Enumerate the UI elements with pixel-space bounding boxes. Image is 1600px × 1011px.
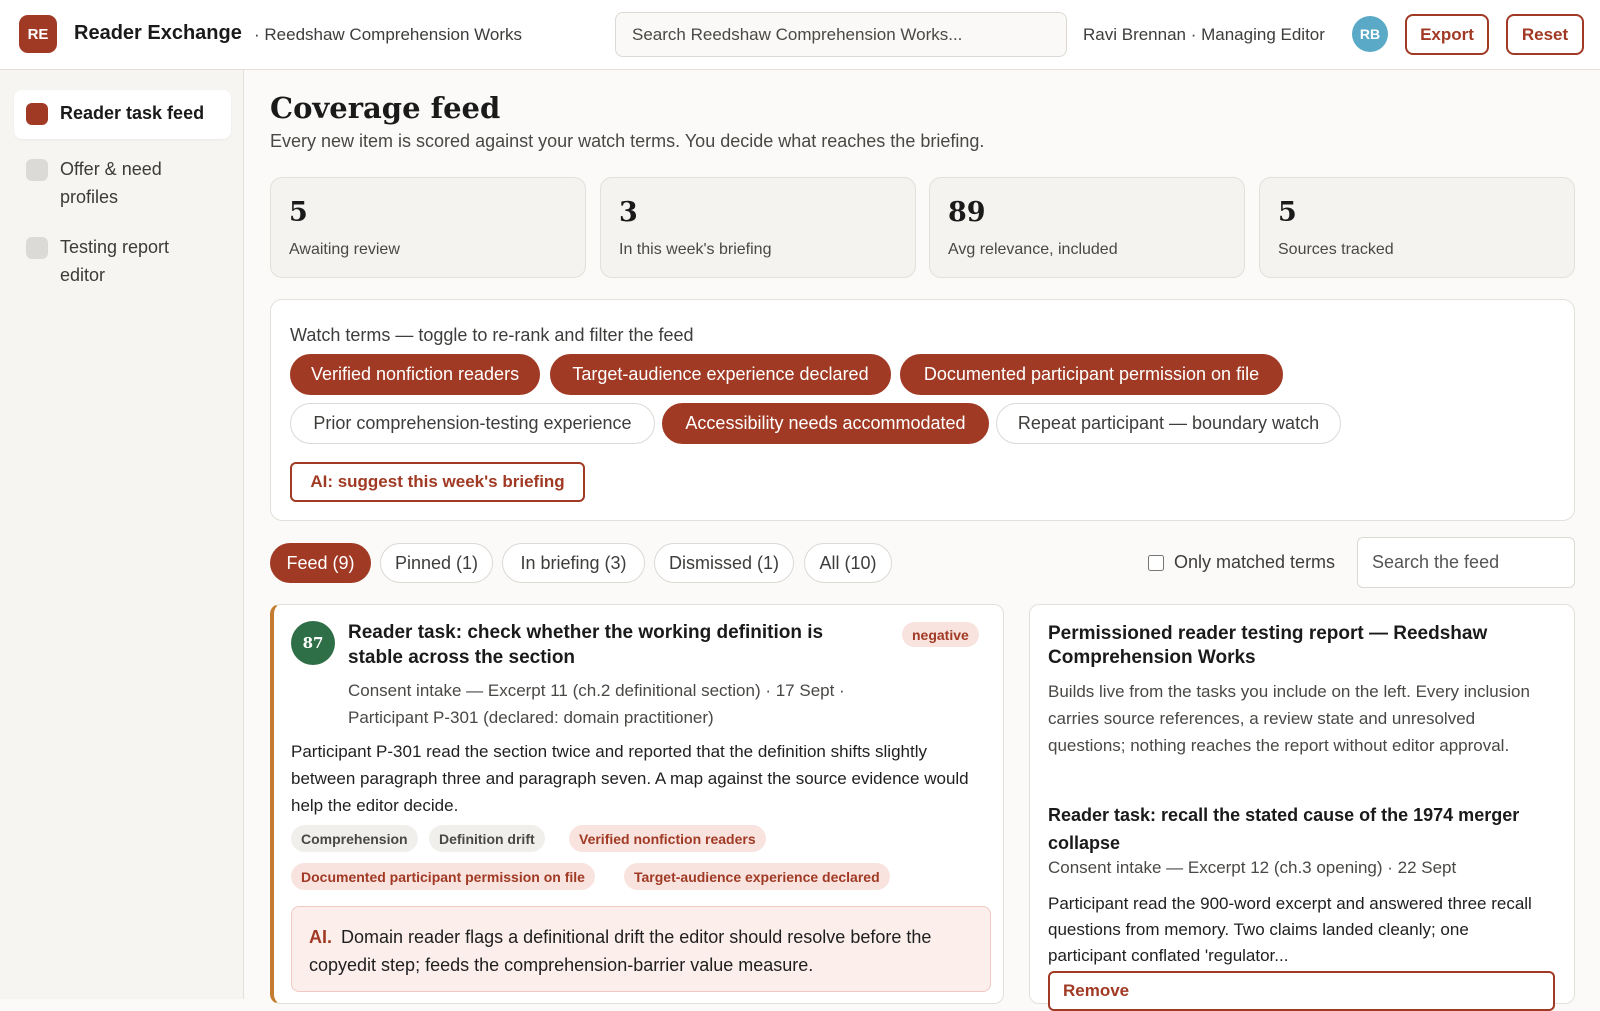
stat-card-in-briefing: 3 In this week's briefing: [600, 177, 916, 278]
user-role-label: Ravi Brennan · Managing Editor: [1083, 25, 1325, 44]
watch-term-chip[interactable]: Documented participant permission on fil…: [900, 354, 1283, 395]
global-search-input[interactable]: [615, 12, 1067, 57]
stat-card-avg-relevance: 89 Avg relevance, included: [929, 177, 1245, 278]
export-button[interactable]: Export: [1405, 14, 1489, 55]
sidebar: Reader task feed Offer & need profiles T…: [0, 70, 244, 999]
sidebar-item-reader-task-feed[interactable]: Reader task feed: [14, 90, 231, 139]
square-icon: [26, 237, 48, 259]
ai-note: AI. Domain reader flags a definitional d…: [291, 906, 991, 992]
sidebar-item-label: Offer & need profiles: [60, 159, 162, 207]
report-title: Permissioned reader testing report — Ree…: [1048, 623, 1488, 668]
stat-value: 5: [289, 197, 308, 228]
app-name: Reader Exchange: [74, 22, 242, 44]
ai-suggest-briefing-button[interactable]: AI: suggest this week's briefing: [290, 462, 585, 502]
stat-label: Avg relevance, included: [948, 241, 1118, 258]
stat-card-sources-tracked: 5 Sources tracked: [1259, 177, 1575, 278]
stat-label: Sources tracked: [1278, 241, 1394, 258]
watch-term-chip[interactable]: Repeat participant — boundary watch: [996, 403, 1341, 444]
stat-value: 3: [619, 197, 638, 228]
stat-label: In this week's briefing: [619, 241, 772, 258]
only-matched-toggle[interactable]: Only matched terms: [1148, 552, 1335, 573]
stat-card-awaiting-review: 5 Awaiting review: [270, 177, 586, 278]
sidebar-item-testing-report-editor[interactable]: Testing report editor: [14, 224, 231, 301]
app-logo[interactable]: RE: [19, 15, 57, 53]
stat-value: 5: [1278, 197, 1297, 228]
avatar[interactable]: RB: [1352, 16, 1388, 52]
feed-card-meta: Consent intake — Excerpt 11 (ch.2 defini…: [348, 681, 845, 727]
only-matched-checkbox[interactable]: [1148, 554, 1164, 571]
watch-terms-title: Watch terms — toggle to re-rank and filt…: [290, 325, 694, 345]
square-icon: [26, 159, 48, 181]
watch-term-chip[interactable]: Target-audience experience declared: [550, 354, 891, 395]
only-matched-label: Only matched terms: [1174, 552, 1336, 572]
sidebar-item-label: Testing report editor: [60, 237, 170, 285]
inclusion-body: Participant read the 900-word excerpt an…: [1048, 894, 1532, 965]
watch-terms-panel: Watch terms — toggle to re-rank and filt…: [270, 299, 1575, 521]
page-subtitle: Every new item is scored against your wa…: [270, 131, 985, 151]
sentiment-badge: negative: [902, 622, 979, 647]
square-icon: [26, 103, 48, 125]
tab-feed[interactable]: Feed (9): [270, 543, 371, 583]
sidebar-item-label: Reader task feed: [60, 103, 205, 123]
tag-chip: Verified nonfiction readers: [569, 825, 766, 852]
watch-term-chip[interactable]: Accessibility needs accommodated: [662, 403, 989, 444]
feed-card[interactable]: 87 Reader task: check whether the workin…: [270, 604, 1004, 1004]
remove-inclusion-button[interactable]: Remove: [1048, 971, 1555, 1011]
tab-all[interactable]: All (10): [804, 543, 892, 583]
sidebar-item-offer-need-profiles[interactable]: Offer & need profiles: [14, 146, 231, 223]
ai-note-text: Domain reader flags a definitional drift…: [309, 927, 932, 975]
tab-in-briefing[interactable]: In briefing (3): [502, 543, 645, 583]
ai-label: AI.: [309, 927, 333, 947]
workspace-name: · Reedshaw Comprehension Works: [254, 25, 523, 44]
inclusion-meta: Consent intake — Excerpt 12 (ch.3 openin…: [1048, 858, 1457, 877]
tag-chip: Target-audience experience declared: [624, 863, 890, 890]
feed-card-title[interactable]: Reader task: check whether the working d…: [348, 620, 878, 670]
report-description: Builds live from the tasks you include o…: [1048, 682, 1530, 755]
tab-pinned[interactable]: Pinned (1): [380, 543, 493, 583]
tag-chip: Definition drift: [429, 825, 545, 852]
watch-term-chip[interactable]: Verified nonfiction readers: [290, 354, 540, 395]
tab-dismissed[interactable]: Dismissed (1): [654, 543, 794, 583]
stat-label: Awaiting review: [289, 241, 400, 258]
testing-report-panel: Permissioned reader testing report — Ree…: [1029, 604, 1575, 1011]
reset-button[interactable]: Reset: [1506, 14, 1584, 55]
tag-chip: Comprehension: [291, 825, 418, 852]
feed-card-body: Participant P-301 read the section twice…: [291, 742, 969, 815]
watch-term-chip[interactable]: Prior comprehension-testing experience: [290, 403, 655, 444]
inclusion-title: Reader task: recall the stated cause of …: [1048, 805, 1520, 853]
stat-value: 89: [948, 197, 986, 228]
feed-search-input[interactable]: [1357, 537, 1575, 588]
page-title: Coverage feed: [270, 91, 501, 125]
top-bar: RE Reader Exchange · Reedshaw Comprehens…: [0, 0, 1600, 70]
relevance-score-badge: 87: [291, 621, 335, 665]
tag-chip: Documented participant permission on fil…: [291, 863, 595, 890]
